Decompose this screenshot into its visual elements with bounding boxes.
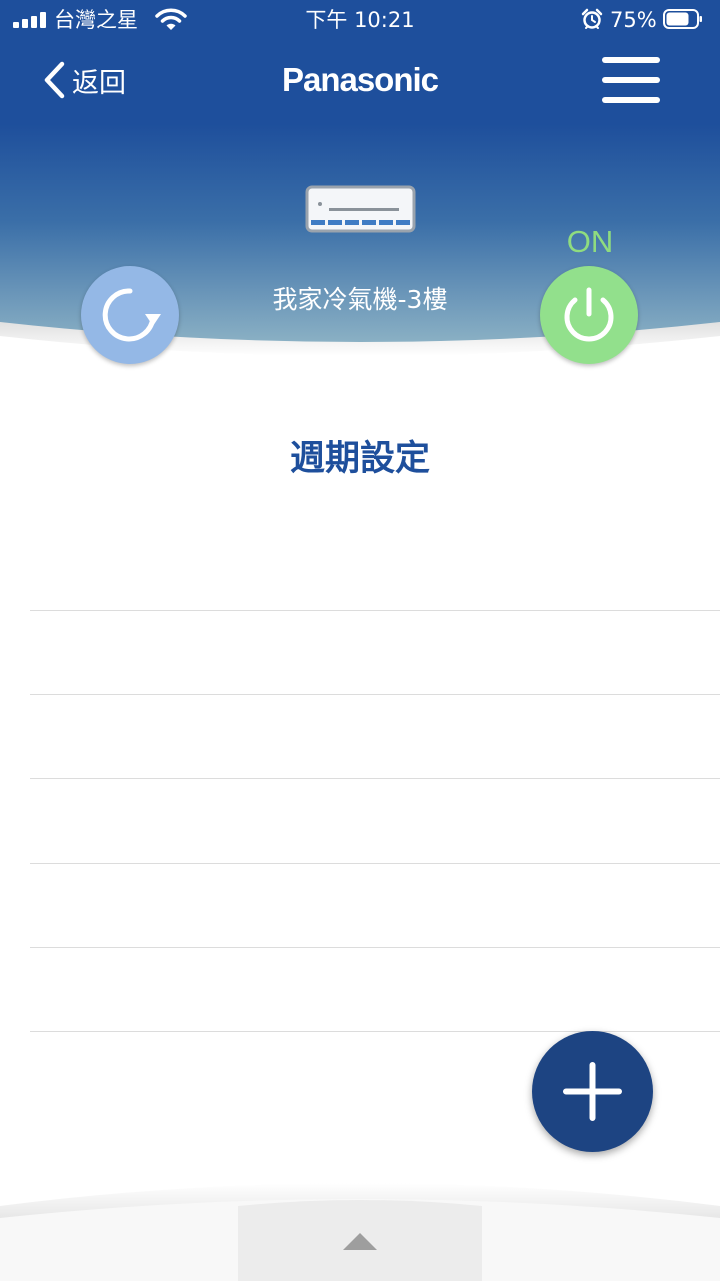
schedule-row[interactable] <box>30 610 720 695</box>
section-title: 週期設定 <box>289 439 430 479</box>
drawer-handle[interactable] <box>238 1196 482 1281</box>
refresh-icon <box>102 288 161 342</box>
alarm-icon <box>581 8 603 29</box>
power-state-label: ON <box>566 224 614 259</box>
add-schedule-button[interactable] <box>532 1031 653 1152</box>
caret-up-icon <box>343 1233 377 1250</box>
app-header: 台灣之星 下午 10:21 75% 返回 Panasonic <box>0 0 720 125</box>
mode-button[interactable] <box>81 266 179 364</box>
battery-percent: 75% <box>610 8 657 32</box>
power-icon <box>564 287 614 342</box>
air-conditioner-icon <box>305 185 416 233</box>
power-button[interactable] <box>540 266 638 364</box>
schedule-row[interactable] <box>30 863 720 948</box>
battery-icon <box>663 9 702 29</box>
schedule-row[interactable] <box>30 694 720 779</box>
schedule-row[interactable] <box>30 778 720 863</box>
navigation-bar: 返回 Panasonic <box>0 40 720 124</box>
hamburger-menu-icon[interactable] <box>600 54 662 108</box>
plus-icon <box>563 1062 622 1121</box>
schedule-row[interactable] <box>30 947 720 1032</box>
status-bar: 台灣之星 下午 10:21 75% <box>0 0 720 40</box>
